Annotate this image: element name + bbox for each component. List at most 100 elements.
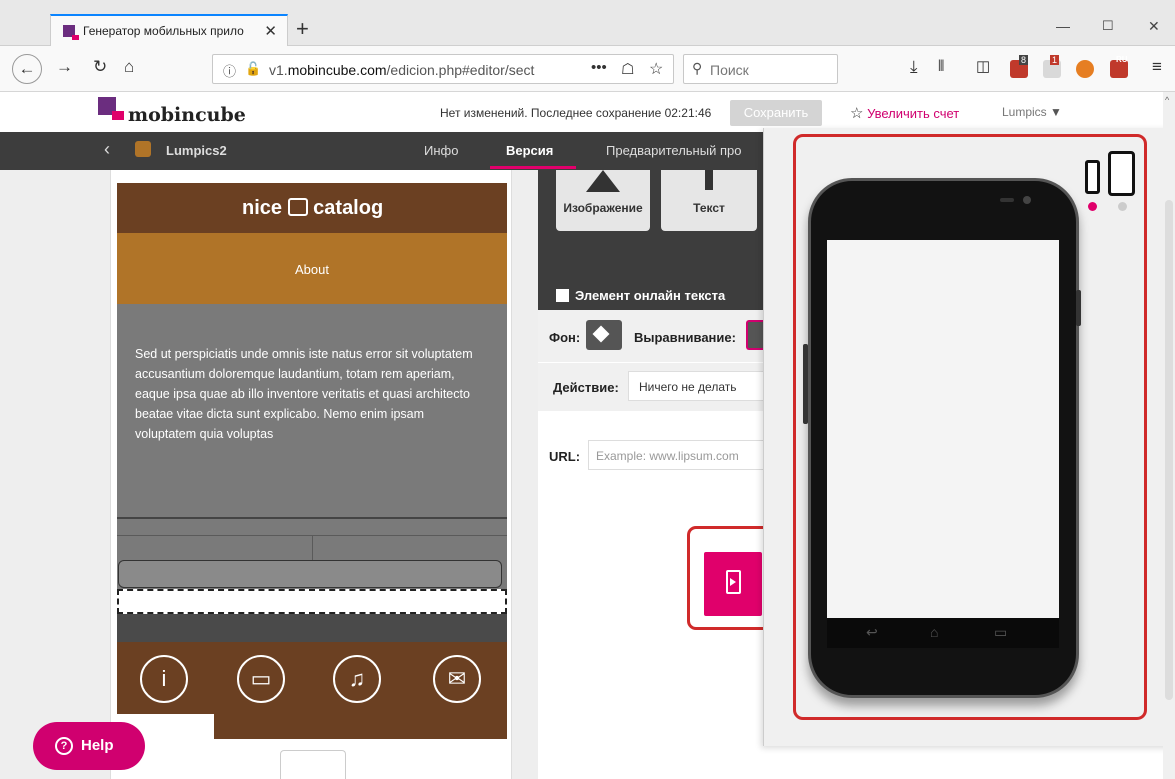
brand-left: nice [242,197,283,219]
large-phone-icon[interactable] [1108,151,1135,196]
scrollbar-thumb[interactable] [1165,200,1173,700]
close-tab-icon[interactable]: ✕ [264,22,277,40]
panel-title: Элемент онлайн текста [556,288,725,303]
library-icon[interactable]: ⫴ [938,58,944,76]
mobincube-logo-icon [98,97,124,120]
star-icon: ☆ [850,105,864,122]
project-name[interactable]: Lumpics2 [166,143,227,158]
page-actions-icon[interactable]: ••• [591,59,607,76]
panel-title-label: Элемент онлайн текста [575,288,726,303]
url-label: URL: [549,449,581,464]
about-label: About [295,262,329,277]
help-label: Help [81,737,114,754]
upgrade-label: Увеличить счет [867,106,960,121]
content-text-block[interactable]: Sed ut perspiciatis unde omnis iste natu… [117,304,507,517]
background-color-button[interactable] [586,320,622,350]
back-softkey-icon: ↩ [866,624,878,640]
url-domain: mobincube.com [287,62,387,78]
search-icon: ⚲ [692,60,703,76]
url-prefix: v1. [269,62,288,78]
browser-navbar: ← → ↻ ⌂ ⓘ 🔓 v1.mobincube.com/edicion.php… [0,46,1175,92]
action-value: Ничего не делать [639,380,737,394]
tab-title: Генератор мобильных прило [83,24,244,38]
home-icon[interactable]: ⌂ [124,58,134,76]
action-label: Действие: [553,380,619,395]
catalog-header[interactable]: nice catalog [117,183,507,233]
back-icon[interactable]: ← [12,54,42,84]
save-status: Нет изменений. Последнее сохранение 02:2… [440,106,712,120]
home-softkey-icon: ⌂ [930,624,939,640]
alignment-label: Выравнивание: [634,330,736,345]
menu-icon[interactable]: ≡ [1152,58,1162,76]
browser-tab[interactable]: Генератор мобильных прило ✕ [50,14,288,46]
text-icon [705,170,713,190]
dark-strip [117,614,507,642]
device-dot[interactable] [1118,202,1127,211]
download-icon[interactable]: ⤓ [910,58,918,76]
tab-version[interactable]: Версия [506,143,553,158]
device-preview-button[interactable] [704,552,762,616]
divider-line [117,517,507,519]
brand-right: catalog [313,197,384,219]
minimize-icon[interactable]: — [1056,18,1070,34]
caret-down-icon: ▼ [1050,105,1062,119]
maximize-icon[interactable]: ☐ [1102,18,1114,34]
mail-icon[interactable]: ✉ [433,655,481,703]
back-chevron-icon[interactable]: ‹ [104,139,110,160]
phone-play-icon [726,570,741,594]
app-logo[interactable]: mobincube [128,104,246,126]
content-text: Sed ut perspiciatis unde omnis iste natu… [135,347,473,441]
extension-badge: 1 [1050,55,1060,65]
alignment-button[interactable] [746,320,764,350]
url-placeholder: Example: www.lipsum.com [596,449,739,463]
rounded-element[interactable] [118,560,502,588]
tab-preview[interactable]: Предварительный про [606,143,762,158]
mobincube-favicon-icon [63,25,79,40]
search-input[interactable]: ⚲ Поиск [683,54,838,84]
phone-screen[interactable] [827,240,1059,618]
extension-face-icon[interactable] [1076,60,1094,78]
tool-text[interactable]: Текст [661,170,757,231]
book-circle-icon[interactable]: ▭ [237,655,285,703]
reload-icon[interactable]: ↻ [93,58,107,76]
address-bar[interactable]: ⓘ 🔓 v1.mobincube.com/edicion.php#editor/… [212,54,674,84]
small-phone-icon[interactable] [1085,160,1100,194]
action-select[interactable]: Ничего не делать [628,371,764,401]
info-circle-icon[interactable]: i [140,655,188,703]
upgrade-link[interactable]: ☆ Увеличить счет [850,104,959,122]
url-path: /edicion.php#editor/sect [386,62,535,78]
user-menu[interactable]: Lumpics ▼ [1002,105,1062,119]
url-input[interactable]: Example: www.lipsum.com [588,440,764,470]
twitter-icon[interactable]: ♫ [333,655,381,703]
pocket-icon[interactable]: ☖ [621,60,634,78]
save-button[interactable]: Сохранить [730,100,822,126]
sidebar-icon[interactable]: ◫ [976,58,990,76]
phone-volume-button [803,344,808,424]
active-tab-indicator [490,166,576,169]
new-tab-icon[interactable]: + [296,18,309,40]
book-icon [287,198,308,216]
tool-image-label: Изображение [563,201,643,215]
info-icon[interactable]: ⓘ [223,61,236,80]
help-button[interactable]: ? Help [33,722,145,770]
project-icon [135,141,151,157]
background-label: Фон: [549,330,581,345]
tool-text-label: Текст [693,201,725,215]
close-window-icon[interactable]: ✕ [1148,18,1160,35]
phone-side-button [1076,290,1081,326]
forward-icon[interactable]: → [56,58,73,76]
scroll-up-icon[interactable]: ^ [1165,95,1169,105]
about-bar[interactable]: About [117,233,507,304]
tool-image[interactable]: Изображение [556,170,650,231]
text-element-icon [556,289,569,302]
selected-device-dot[interactable] [1088,202,1097,211]
bottom-tab[interactable] [280,750,346,779]
bookmark-star-icon[interactable]: ☆ [649,59,663,79]
recent-softkey-icon: ▭ [994,624,1008,640]
cell-row[interactable] [117,535,507,562]
tab-info[interactable]: Инфо [424,143,458,158]
phone-softkeys [827,618,1059,648]
search-placeholder: Поиск [710,62,749,78]
extension-badge: RU [1116,55,1128,64]
selected-element-placeholder[interactable] [117,589,507,614]
